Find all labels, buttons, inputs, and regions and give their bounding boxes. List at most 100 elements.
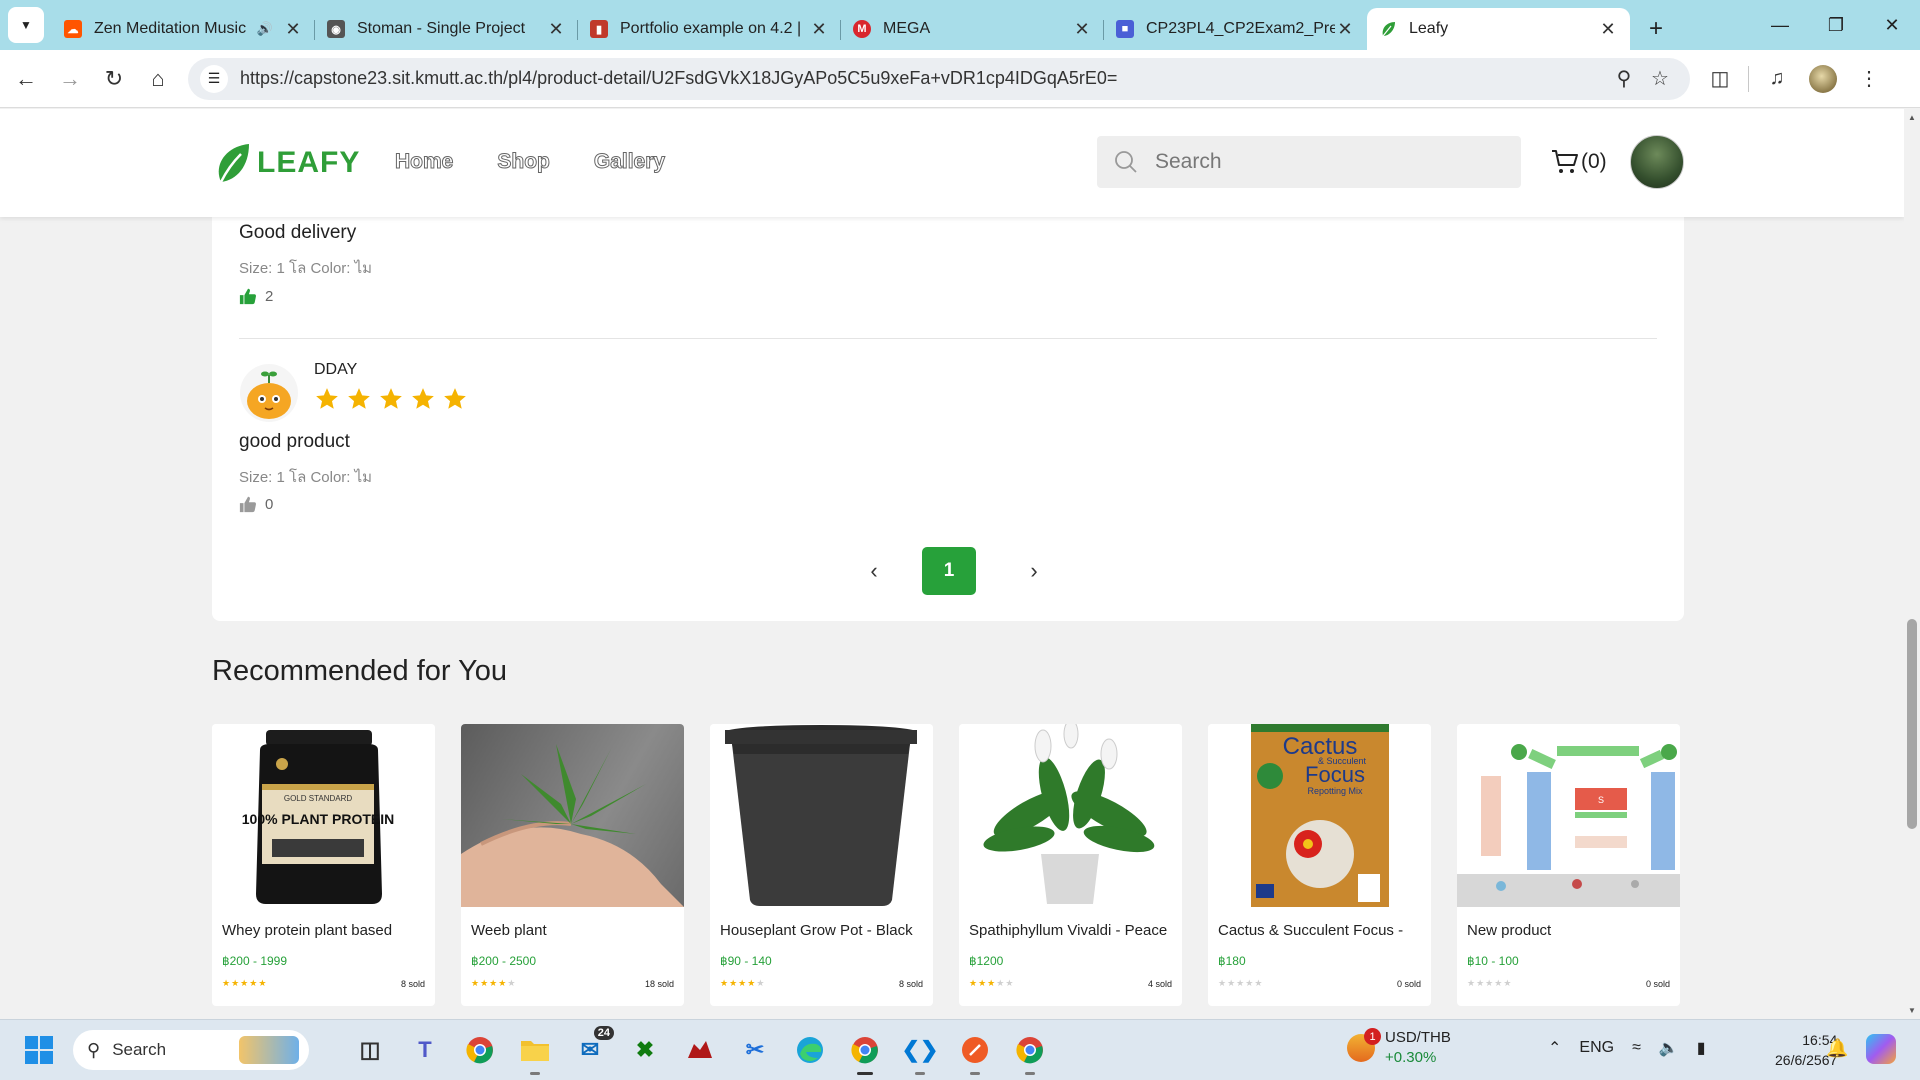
wifi-icon[interactable]: ≈ [1632, 1039, 1641, 1057]
close-icon[interactable]: ✕ [283, 19, 303, 40]
file-explorer-icon[interactable] [517, 1028, 553, 1075]
cart-button[interactable]: (0) [1551, 149, 1607, 175]
star-icon: ★ [1236, 978, 1246, 988]
product-card[interactable]: S New product ฿10 - 100 ★★★★★ 0 sold [1457, 724, 1680, 1006]
tab-portfolio[interactable]: ▮ Portfolio example on 4.2 | ✕ [578, 8, 841, 50]
chevron-up-icon[interactable]: ⌃ [1548, 1038, 1561, 1058]
close-icon[interactable]: ✕ [546, 19, 566, 40]
forward-button[interactable]: → [48, 57, 92, 101]
windows-start-icon[interactable] [24, 1035, 54, 1065]
profile-avatar[interactable] [1809, 64, 1837, 93]
nav-shop[interactable]: Shop [497, 150, 550, 174]
url-text[interactable]: https://capstone23.sit.kmutt.ac.th/pl4/p… [240, 68, 1606, 89]
back-button[interactable]: ← [4, 57, 48, 101]
address-bar[interactable]: ☰ https://capstone23.sit.kmutt.ac.th/pl4… [188, 57, 1690, 100]
mail-icon[interactable]: ✉ 24 [572, 1026, 614, 1072]
scroll-down-icon[interactable]: ▼ [1908, 1006, 1916, 1015]
star-icon: ★ [729, 978, 739, 988]
ticker-change: +0.30% [1385, 1049, 1437, 1066]
product-card[interactable]: Spathiphyllum Vivaldi - Peace ฿1200 ★★★★… [959, 724, 1182, 1006]
copilot-icon[interactable] [1866, 1034, 1896, 1064]
close-icon[interactable]: ✕ [1335, 19, 1355, 40]
like-button[interactable]: 2 [239, 287, 273, 305]
cactus-soil-bag-image: Cactus & Succulent Focus Repotting Mix [1251, 724, 1389, 907]
star-icon: ★ [747, 978, 757, 988]
like-button[interactable]: 0 [239, 495, 273, 513]
star-icon [380, 388, 402, 409]
site-info-icon[interactable]: ☰ [200, 64, 228, 93]
zoom-icon[interactable]: ⚲ [1606, 66, 1642, 91]
page-scrollbar[interactable]: ▲ ▼ [1904, 109, 1920, 1019]
close-icon[interactable]: ✕ [809, 19, 829, 40]
user-avatar[interactable] [1630, 135, 1684, 189]
star-icon: ★ [249, 978, 259, 988]
nav-home[interactable]: Home [394, 150, 453, 174]
product-price: ฿90 - 140 [720, 954, 772, 968]
product-sold: 0 sold [1645, 979, 1670, 989]
media-control-icon[interactable]: ♫ [1755, 57, 1799, 101]
search-input[interactable] [1155, 150, 1495, 174]
tab-search-button[interactable]: ▼ [8, 7, 44, 43]
snipping-tool-icon[interactable]: ✂ [737, 1028, 773, 1072]
extensions-icon[interactable]: ◫ [1698, 57, 1742, 101]
edge-icon[interactable] [792, 1028, 828, 1072]
menu-kebab-icon[interactable]: ⋮ [1847, 57, 1891, 101]
search-highlight-icon [239, 1036, 299, 1064]
speaker-icon[interactable]: 🔊 [257, 21, 273, 37]
tab-title: Stoman - Single Project [357, 20, 526, 37]
xbox-icon[interactable]: ✖ [627, 1028, 663, 1072]
reload-button[interactable]: ↻ [92, 57, 136, 101]
minimize-button[interactable]: — [1752, 0, 1808, 50]
chrome-icon[interactable] [462, 1028, 498, 1072]
product-rating: ★★★★★ [471, 978, 516, 989]
teams-icon[interactable]: T [407, 1028, 443, 1072]
volume-icon[interactable]: 🔈 [1659, 1038, 1679, 1058]
recommended-heading: Recommended for You [212, 655, 508, 687]
chrome-active-icon[interactable] [847, 1028, 883, 1075]
product-card[interactable]: GOLD STANDARD 100% PLANT PROTEIN Whey pr… [212, 724, 435, 1006]
mail-badge: 24 [593, 1026, 614, 1040]
scroll-up-icon[interactable]: ▲ [1908, 113, 1916, 122]
next-page-button[interactable]: › [1022, 558, 1046, 583]
close-icon[interactable]: ✕ [1072, 19, 1092, 40]
window-close-button[interactable]: ✕ [1864, 0, 1920, 50]
star-icon: ★ [489, 978, 499, 988]
close-icon[interactable]: ✕ [1598, 19, 1618, 40]
tab-mega[interactable]: M MEGA ✕ [841, 8, 1104, 50]
game-app-icon[interactable] [682, 1028, 718, 1072]
language-indicator[interactable]: ENG [1579, 1039, 1614, 1057]
product-card[interactable]: Cactus & Succulent Focus Repotting Mix C… [1208, 724, 1431, 1006]
scroll-thumb[interactable] [1907, 619, 1917, 829]
battery-icon[interactable]: ▮ [1697, 1038, 1706, 1058]
product-price: ฿180 [1218, 954, 1246, 968]
protein-tub-image: GOLD STANDARD 100% PLANT PROTEIN [242, 730, 394, 904]
new-tab-button[interactable]: + [1638, 11, 1674, 47]
bookmark-star-icon[interactable]: ☆ [1642, 66, 1678, 91]
chrome-profile-icon[interactable] [1012, 1028, 1048, 1075]
product-rating: ★★★★★ [1467, 978, 1512, 989]
vscode-icon[interactable]: ❮❯ [902, 1028, 938, 1075]
tab-cp23-exam[interactable]: ■ CP23PL4_CP2Exam2_Prese ✕ [1104, 8, 1367, 50]
review-star-rating [314, 386, 468, 412]
product-card[interactable]: Weeb plant ฿200 - 2500 ★★★★★ 18 sold [461, 724, 684, 1006]
product-card[interactable]: Houseplant Grow Pot - Black ฿90 - 140 ★★… [710, 724, 933, 1006]
currency-widget[interactable]: 1 USD/THB +0.30% [1347, 1028, 1451, 1068]
window-controls: — ❐ ✕ [1752, 0, 1920, 50]
postman-icon[interactable] [957, 1028, 993, 1075]
notification-bell-icon[interactable]: 🔔 [1826, 1038, 1848, 1059]
page-viewport: Good delivery Size: 1 โล Color: ไม 2 DDA… [0, 109, 1904, 1019]
task-view-icon[interactable]: ◫ [352, 1028, 388, 1072]
taskbar-search[interactable]: ⚲ Search [73, 1030, 309, 1070]
protein-label-line2: 100% PLANT PROTEIN [242, 811, 394, 827]
nav-gallery[interactable]: Gallery [593, 150, 665, 174]
home-button[interactable]: ⌂ [136, 57, 180, 101]
restore-button[interactable]: ❐ [1808, 0, 1864, 50]
tab-stoman[interactable]: ◉ Stoman - Single Project ✕ [315, 8, 578, 50]
tab-zen-meditation[interactable]: ☁ Zen Meditation Music 🔊 ✕ [52, 8, 315, 50]
star-icon [444, 388, 466, 409]
tab-leafy[interactable]: Leafy ✕ [1367, 8, 1630, 50]
product-name: Weeb plant [471, 922, 547, 939]
site-logo[interactable]: LEAFY [215, 142, 360, 184]
page-button-current[interactable]: 1 [922, 547, 976, 595]
prev-page-button[interactable]: ‹ [862, 558, 886, 583]
